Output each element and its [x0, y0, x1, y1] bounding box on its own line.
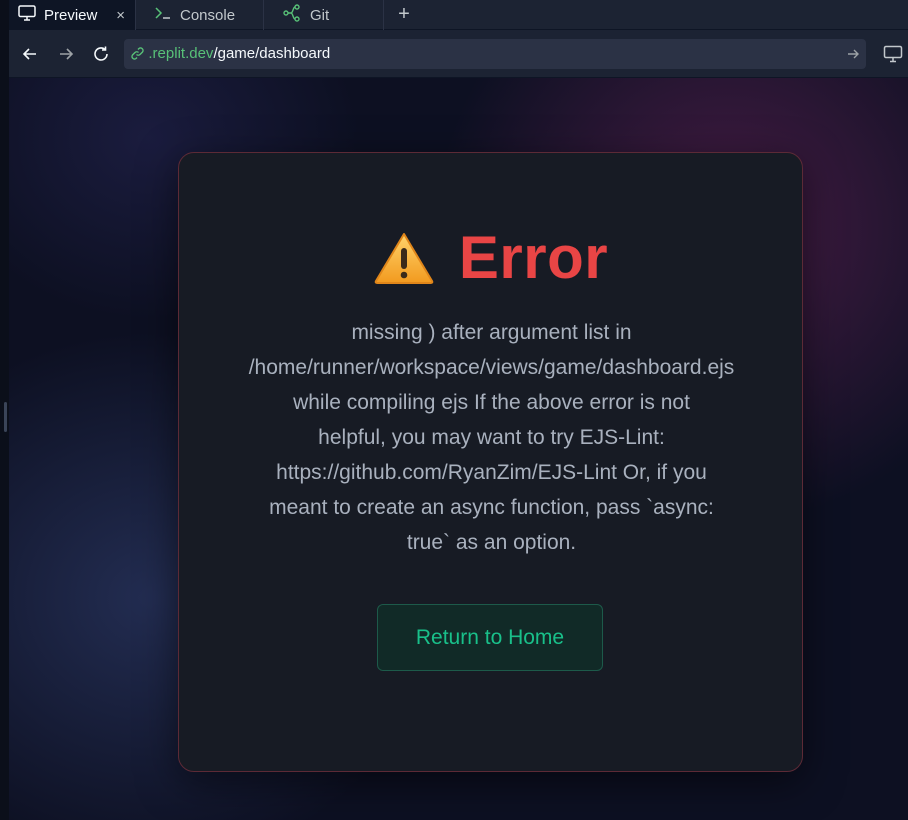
terminal-icon [154, 6, 172, 24]
tab-label: Git [310, 6, 330, 24]
arrow-left-icon [22, 47, 36, 60]
address-bar-row: .replit.dev /game/dashboard [0, 30, 908, 78]
url-bar[interactable]: .replit.dev /game/dashboard [124, 38, 867, 69]
tab-preview[interactable]: Preview × [0, 0, 136, 30]
go-icon[interactable] [846, 47, 860, 61]
warning-icon [374, 232, 434, 284]
resize-handle[interactable] [4, 402, 7, 432]
monitor-icon [18, 5, 36, 25]
tab-git[interactable]: Git [264, 0, 384, 30]
error-message-line: https://github.com/RyanZim/EJS-Lint Or, … [276, 461, 707, 484]
arrow-right-icon [59, 47, 73, 60]
error-message-line: while compiling ejs If the above error i… [293, 391, 690, 414]
panel-gutter [0, 0, 9, 820]
error-message-line: meant to create an async function, pass … [269, 496, 714, 519]
error-message-line: true` as an option. [406, 531, 577, 554]
app-window: Preview × Console Git + .replit.dev /gam… [0, 0, 908, 820]
device-preview-button[interactable] [878, 39, 908, 69]
git-branch-icon [282, 4, 302, 26]
tab-label: Console [180, 6, 236, 24]
forward-button[interactable] [49, 37, 83, 71]
url-host: .replit.dev [148, 45, 214, 62]
close-tab-icon[interactable]: × [116, 7, 125, 24]
tab-console[interactable]: Console [136, 0, 264, 30]
back-button[interactable] [13, 37, 47, 71]
error-message-line: /home/runner/workspace/views/game/dashbo… [248, 356, 735, 379]
error-card: Error missing ) after argument list in /… [178, 152, 803, 772]
preview-viewport: Error missing ) after argument list in /… [9, 78, 908, 820]
reload-button[interactable] [85, 37, 119, 71]
url-path: /game/dashboard [213, 45, 331, 62]
error-message: missing ) after argument list in /home/r… [219, 315, 764, 560]
error-message-line: helpful, you may want to try EJS-Lint: [318, 426, 665, 449]
error-heading: Error [179, 223, 802, 292]
monitor-icon [883, 45, 903, 62]
error-title: Error [458, 224, 609, 291]
reload-icon [94, 46, 109, 61]
tab-bar: Preview × Console Git + [0, 0, 908, 30]
error-message-line: missing ) after argument list in [351, 321, 632, 344]
return-home-button[interactable]: Return to Home [377, 604, 603, 671]
link-icon [130, 46, 145, 61]
tab-label: Preview [44, 6, 98, 24]
add-tab-button[interactable]: + [384, 0, 424, 29]
